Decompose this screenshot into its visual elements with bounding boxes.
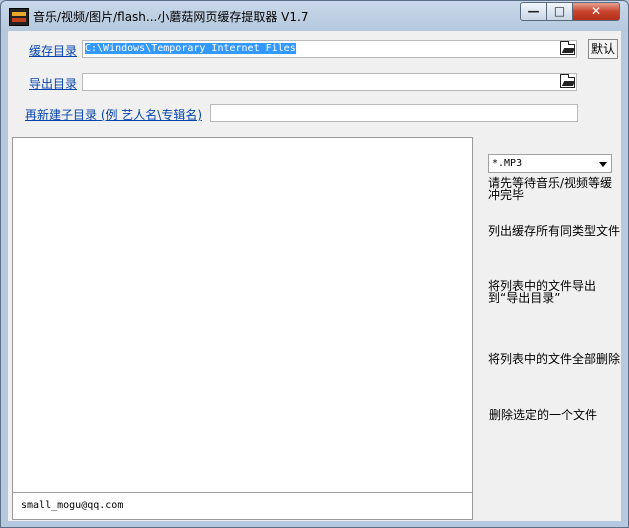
status-bar: small_mogu@qq.com (12, 493, 473, 520)
cache-dir-input[interactable]: C:\Windows\Temporary Internet Files (82, 40, 577, 58)
maximize-icon: □ (553, 4, 566, 18)
minimize-button[interactable]: — (520, 2, 547, 21)
export-dir-label[interactable]: 导出目录 (29, 75, 77, 92)
file-list[interactable] (12, 137, 473, 493)
file-type-value: *.MP3 (492, 158, 523, 169)
list-all-button[interactable]: 列出缓存所有同类型文件 (488, 225, 622, 237)
client-area: 缓存目录 C:\Windows\Temporary Internet Files… (8, 31, 621, 521)
delete-selected-button[interactable]: 删除选定的一个文件 (489, 409, 623, 421)
actions-panel: *.MP3 请先等待音乐/视频等缓冲完毕 列出缓存所有同类型文件 将列表中的文件… (474, 137, 621, 521)
cache-dir-browse-button[interactable] (557, 40, 577, 58)
export-dir-browse-button[interactable] (557, 73, 577, 91)
title-bar[interactable]: 音乐/视频/图片/flash...小蘑菇网页缓存提取器 V1.7 — □ ✕ (1, 1, 628, 31)
close-icon: ✕ (590, 4, 602, 18)
chevron-down-icon (599, 162, 607, 167)
file-type-select[interactable]: *.MP3 (488, 154, 612, 173)
close-button[interactable]: ✕ (573, 2, 620, 21)
wait-hint-text: 请先等待音乐/视频等缓冲完毕 (488, 176, 613, 202)
rebuild-subdir-input[interactable] (210, 104, 578, 122)
folder-open-icon (559, 40, 575, 55)
folder-open-icon (559, 73, 575, 88)
maximize-button[interactable]: □ (547, 2, 573, 21)
app-icon[interactable] (9, 8, 29, 26)
minimize-icon: — (527, 4, 540, 18)
window-title: 音乐/视频/图片/flash...小蘑菇网页缓存提取器 V1.7 (33, 10, 309, 24)
export-all-button[interactable]: 将列表中的文件导出到“导出目录” (488, 280, 622, 304)
delete-all-button[interactable]: 将列表中的文件全部删除 (488, 353, 622, 365)
export-dir-input[interactable] (82, 73, 577, 91)
app-window: 音乐/视频/图片/flash...小蘑菇网页缓存提取器 V1.7 — □ ✕ 缓… (0, 0, 629, 528)
default-button[interactable]: 默认 (588, 39, 618, 59)
rebuild-subdir-label[interactable]: 再新建子目录 (例 艺人名\专辑名) (25, 106, 202, 123)
cache-dir-label[interactable]: 缓存目录 (29, 42, 77, 59)
cache-dir-value: C:\Windows\Temporary Internet Files (85, 43, 296, 54)
